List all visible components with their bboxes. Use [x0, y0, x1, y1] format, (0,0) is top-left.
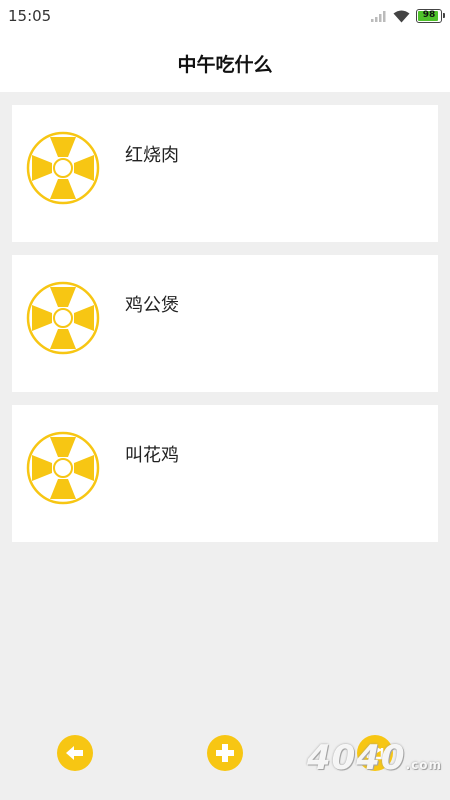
list-item[interactable]: 鸡公煲 [12, 255, 438, 392]
wifi-icon [393, 10, 410, 22]
battery-icon: 98 [416, 9, 445, 23]
status-bar: 15:05 98 [0, 0, 450, 34]
watermark-text: 4040 [306, 738, 406, 778]
add-icon [216, 744, 234, 762]
page-title: 中午吃什么 [177, 54, 273, 76]
back-button[interactable] [57, 735, 93, 771]
battery-level: 98 [422, 10, 436, 20]
status-icons: 98 [371, 7, 445, 25]
wheel-icon [26, 131, 100, 205]
signal-icon [371, 11, 386, 22]
list-item[interactable]: 叫花鸡 [12, 405, 438, 542]
add-button[interactable] [207, 735, 243, 771]
watermark: 4040.com [307, 738, 442, 778]
watermark-suffix: .com [405, 758, 442, 772]
list-item[interactable]: 红烧肉 [12, 105, 438, 242]
list-item-label: 叫花鸡 [125, 445, 179, 466]
status-time: 15:05 [8, 7, 52, 25]
wheel-icon [26, 431, 100, 505]
list-item-label: 鸡公煲 [125, 295, 179, 316]
app-header: 中午吃什么 [0, 34, 450, 92]
back-icon [66, 746, 83, 760]
wheel-icon [26, 281, 100, 355]
list-item-label: 红烧肉 [125, 145, 179, 166]
food-list: 红烧肉 鸡公煲 叫花鸡 [12, 105, 438, 555]
